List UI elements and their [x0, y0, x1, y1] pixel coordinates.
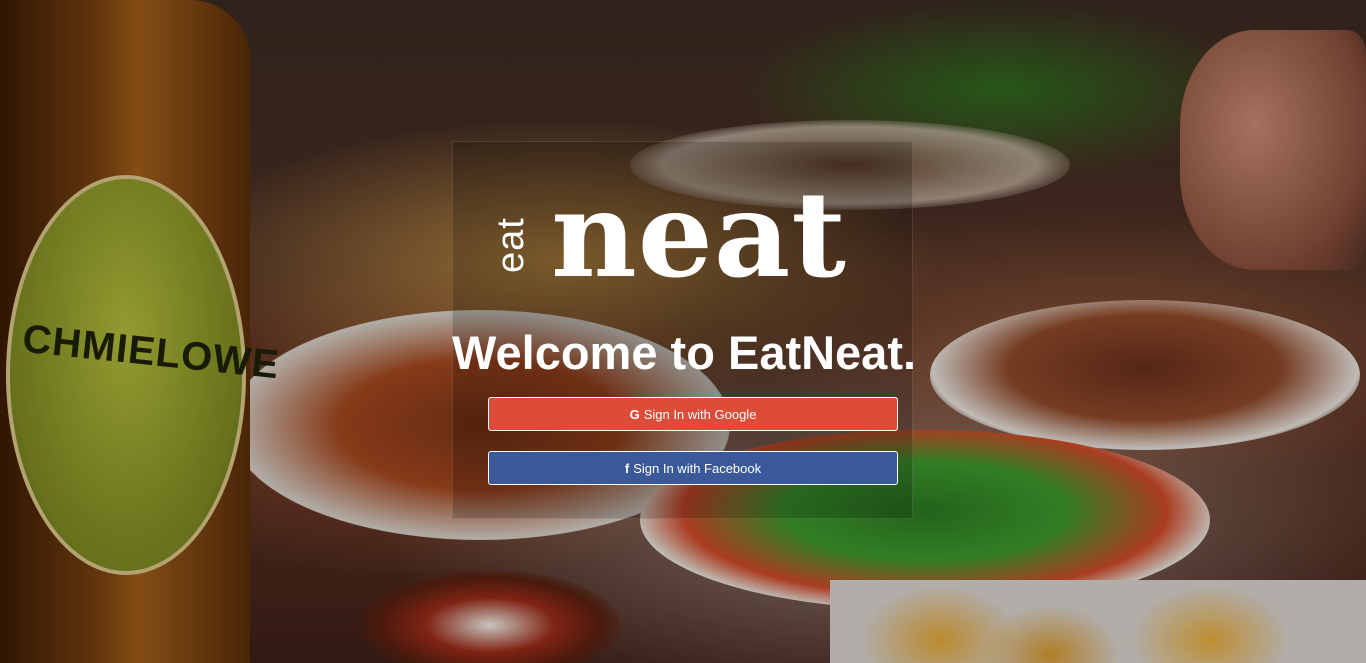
eatneat-logo: eat neat [490, 165, 865, 304]
logo-neat-text: neat [551, 165, 847, 304]
google-signin-button[interactable]: G Sign In with Google [488, 397, 898, 431]
google-signin-label: Sign In with Google [643, 406, 757, 422]
welcome-heading: Welcome to EatNeat. [452, 326, 917, 379]
facebook-icon: f [624, 460, 630, 476]
facebook-signin-label: Sign In with Facebook [633, 460, 762, 476]
facebook-signin-button[interactable]: f Sign In with Facebook [488, 451, 898, 485]
google-icon: G [629, 406, 640, 422]
